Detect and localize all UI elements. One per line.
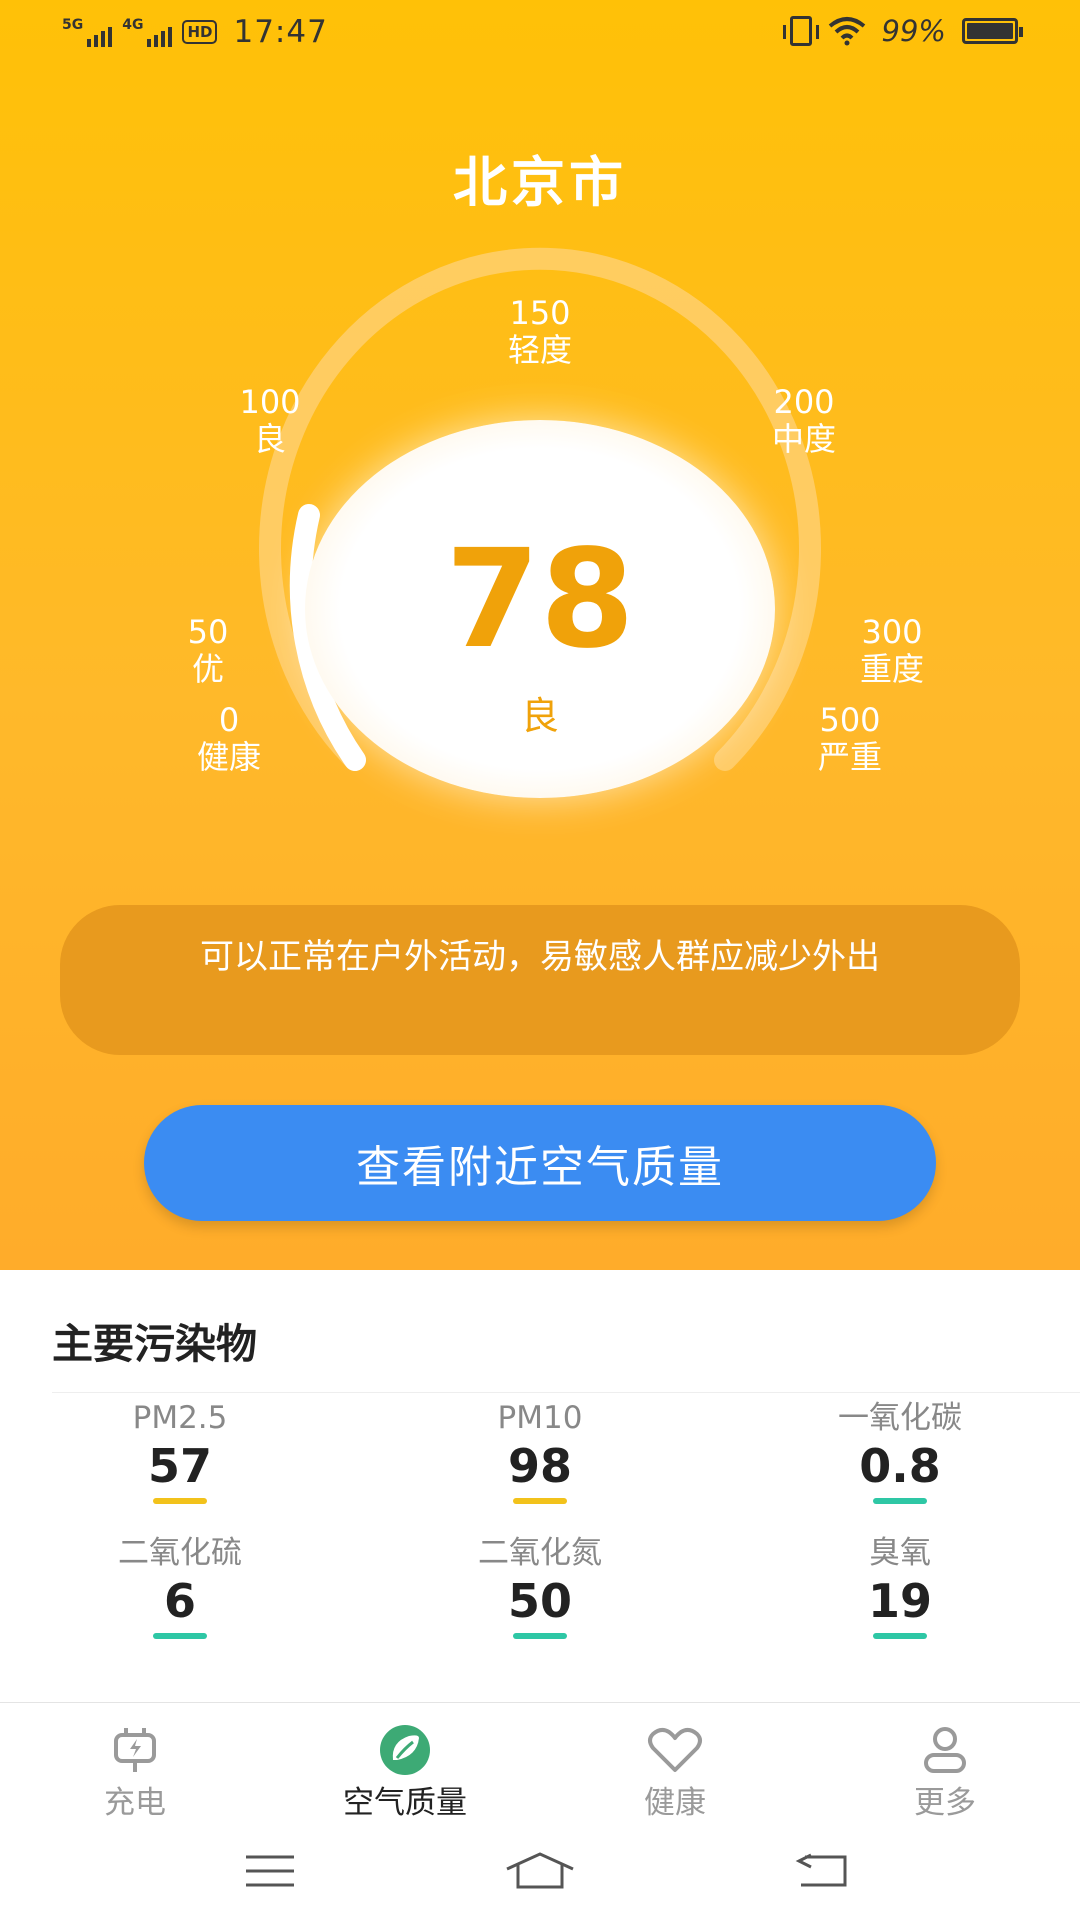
pollutant-name: 二氧化氮 <box>478 1535 602 1571</box>
scale-label-0: 0 健康 <box>196 701 261 776</box>
tab-label: 更多 <box>914 1785 976 1821</box>
scale-label-50: 50 优 <box>187 613 229 688</box>
battery-icon <box>962 18 1023 44</box>
status-time: 17:47 <box>233 14 328 50</box>
health-advice: 可以正常在户外活动，易敏感人群应减少外出 <box>60 905 1020 1055</box>
tab-air-quality[interactable]: 空气质量 <box>295 1725 515 1822</box>
pollutant-level-bar <box>513 1633 567 1639</box>
cell-signal-1-icon: 5G <box>62 17 113 47</box>
pollutant-no2: 二氧化氮 50 <box>410 1533 670 1639</box>
pollutant-so2: 二氧化硫 6 <box>50 1533 310 1639</box>
pollutant-name: 臭氧 <box>869 1535 931 1571</box>
heart-icon <box>648 1727 702 1772</box>
status-bar: 5G 4G HD 17:47 99% <box>0 0 1080 66</box>
pollutant-name: 二氧化硫 <box>118 1535 242 1571</box>
pollutant-name: PM10 <box>497 1400 583 1436</box>
view-nearby-air-quality-button[interactable]: 查看附近空气质量 <box>144 1105 936 1221</box>
pollutants-title: 主要污染物 <box>52 1320 257 1368</box>
city-title: 北京市 <box>453 151 627 214</box>
pollutant-level-bar <box>153 1498 207 1504</box>
pollutant-value: 19 <box>867 1574 932 1628</box>
scale-label-100: 100 良 <box>239 383 301 458</box>
tab-health[interactable]: 健康 <box>565 1725 785 1822</box>
back-icon[interactable] <box>783 1846 863 1896</box>
hd-voice-icon: HD <box>182 20 218 44</box>
scale-label-300: 300 重度 <box>859 613 924 688</box>
scale-label-150: 150 轻度 <box>507 294 572 369</box>
aqi-level: 良 <box>520 694 559 738</box>
tab-label: 空气质量 <box>343 1785 467 1821</box>
pollutant-level-bar <box>153 1633 207 1639</box>
pollutant-pm25: PM2.5 57 <box>50 1398 310 1504</box>
pollutant-pm10: PM10 98 <box>410 1398 670 1504</box>
menu-icon[interactable] <box>230 1846 310 1896</box>
pollutant-co: 一氧化碳 0.8 <box>770 1398 1030 1504</box>
home-icon[interactable] <box>500 1846 580 1896</box>
tab-more[interactable]: 更多 <box>835 1725 1055 1822</box>
section-divider <box>52 1392 1080 1393</box>
pollutant-name: 一氧化碳 <box>838 1400 962 1436</box>
pollutant-level-bar <box>513 1498 567 1504</box>
system-nav-bar <box>0 1822 1080 1920</box>
pollutant-value: 98 <box>507 1439 572 1493</box>
pollutant-name: PM2.5 <box>132 1400 228 1436</box>
tab-label: 健康 <box>644 1785 706 1821</box>
vibrate-icon <box>782 16 819 46</box>
aqi-value: 78 <box>445 521 635 679</box>
user-icon <box>924 1727 966 1773</box>
tab-charging[interactable]: 充电 <box>25 1725 245 1822</box>
cell-signal-2-icon: 4G <box>122 17 173 47</box>
scale-label-500: 500 严重 <box>817 701 882 776</box>
tab-label: 充电 <box>104 1785 166 1821</box>
pollutant-level-bar <box>873 1633 927 1639</box>
pollutant-value: 50 <box>507 1574 572 1628</box>
scale-label-200: 200 中度 <box>771 383 836 458</box>
wifi-icon <box>828 17 865 46</box>
pollutant-o3: 臭氧 19 <box>770 1533 1030 1639</box>
pollutant-level-bar <box>873 1498 927 1504</box>
pollutant-value: 57 <box>147 1439 212 1493</box>
bottom-tab-bar: 充电 空气质量 健康 更多 <box>0 1702 1080 1822</box>
leaf-icon <box>380 1725 430 1775</box>
charging-plug-icon <box>114 1728 156 1772</box>
battery-percent: 99% <box>881 14 946 48</box>
pollutant-value: 0.8 <box>859 1439 941 1493</box>
pollutant-value: 6 <box>163 1574 196 1628</box>
